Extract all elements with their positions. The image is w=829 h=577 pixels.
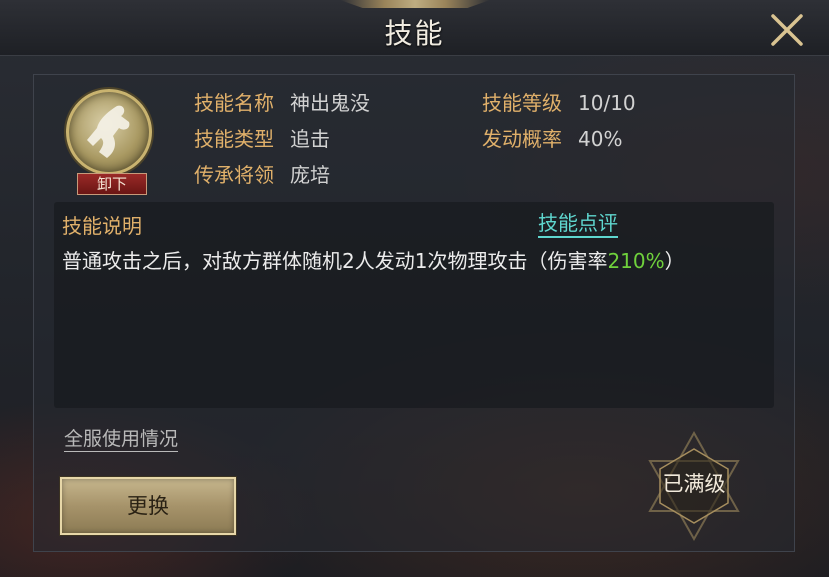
skill-icon[interactable]: [66, 89, 152, 175]
skill-level-value: 10/10: [578, 91, 636, 115]
trigger-rate-value: 40%: [578, 127, 623, 151]
leaping-figure-icon: [87, 105, 130, 158]
max-level-label: 已满级: [662, 472, 726, 496]
skill-type-value: 追击: [290, 127, 330, 151]
skill-description-box: 技能说明 技能点评 普通攻击之后，对敌方群体随机2人发动1次物理攻击（伤害率21…: [54, 202, 774, 408]
skill-name-row: 技能名称 神出鬼没: [194, 87, 370, 116]
replace-button[interactable]: 更换: [60, 477, 236, 535]
description-text: 普通攻击之后，对敌方群体随机2人发动1次物理攻击（伤害率210%）: [62, 245, 685, 274]
unequip-button[interactable]: 卸下: [77, 173, 147, 195]
description-title: 技能说明: [62, 214, 142, 238]
skill-review-link[interactable]: 技能点评: [538, 210, 618, 238]
title-bar: 技能: [0, 0, 829, 56]
title-ornament: [340, 0, 490, 8]
trigger-rate-row: 发动概率 40%: [482, 123, 622, 152]
skill-type-label: 技能类型: [194, 127, 274, 151]
skill-name-value: 神出鬼没: [290, 91, 370, 115]
close-button[interactable]: [767, 10, 807, 50]
inherit-general-row: 传承将领 庞培: [194, 159, 330, 188]
inherit-general-value: 庞培: [290, 163, 330, 187]
max-level-badge: 已满级: [634, 427, 754, 545]
trigger-rate-label: 发动概率: [482, 127, 562, 151]
skill-type-row: 技能类型 追击: [194, 123, 330, 152]
server-usage-link[interactable]: 全服使用情况: [64, 427, 179, 452]
skill-level-label: 技能等级: [482, 91, 562, 115]
skill-icon-group: 卸下: [64, 89, 154, 195]
close-icon: [771, 14, 803, 46]
window-title: 技能: [384, 17, 445, 50]
skill-level-row: 技能等级 10/10: [482, 87, 636, 116]
inherit-general-label: 传承将领: [194, 163, 274, 187]
description-end: ）: [664, 249, 685, 273]
damage-rate-value: 210%: [607, 249, 665, 273]
skill-name-label: 技能名称: [194, 91, 274, 115]
description-main: 普通攻击之后，对敌方群体随机2人发动1次物理攻击（伤害率: [62, 249, 608, 273]
skill-detail-panel: 卸下 技能名称 神出鬼没 技能类型 追击 传承将领 庞培 技能等级 10/10 发动概率…: [33, 74, 795, 552]
